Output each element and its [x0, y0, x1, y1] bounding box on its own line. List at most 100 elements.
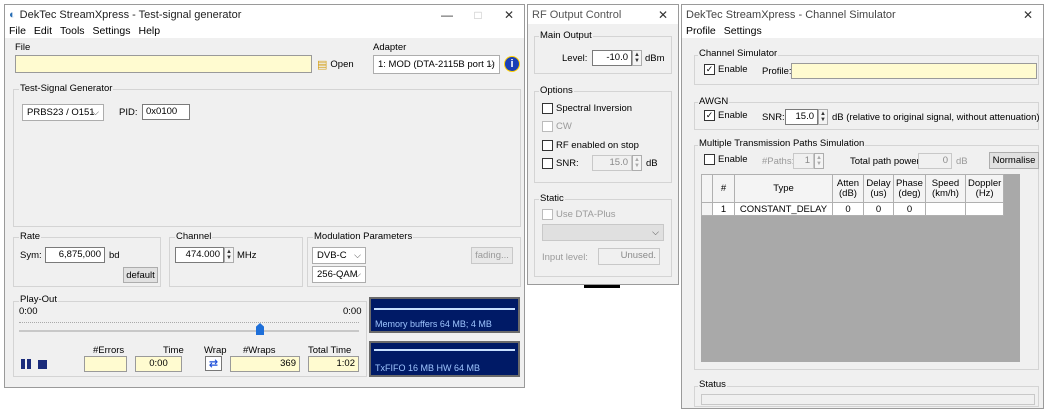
time-end-label: 0:00 [343, 306, 362, 317]
snr-label: SNR: [556, 158, 579, 169]
menu-bar: File Edit Tools Settings Help [5, 24, 524, 38]
level-input[interactable]: -10.0 [592, 50, 632, 66]
wraps-field: 369 [230, 356, 300, 372]
title-bar: DekTec StreamXpress - Channel Simulator … [682, 5, 1043, 24]
default-button[interactable]: default [123, 267, 158, 283]
close-button[interactable]: ✕ [648, 5, 678, 24]
maximize-button[interactable]: □ [463, 5, 493, 24]
channel-sim-enable-checkbox[interactable]: ✓ Enable [704, 64, 748, 75]
file-path-input[interactable] [15, 55, 312, 73]
total-power-field: 0 [918, 153, 952, 169]
options-label: Options [539, 85, 574, 96]
close-button[interactable]: ✕ [1013, 5, 1043, 24]
enable-label: Enable [718, 64, 748, 75]
window-title: DekTec StreamXpress - Test-signal genera… [19, 8, 242, 21]
constellation-select[interactable]: 256-QAM ⌵ [312, 266, 366, 283]
normalise-button[interactable]: Normalise [989, 152, 1039, 169]
table-row[interactable]: 1 CONSTANT_DELAY 0 0 0 [701, 202, 1005, 216]
enable-label: Enable [718, 110, 748, 121]
open-button[interactable]: ▤ Open [317, 56, 357, 72]
rf-enabled-label: RF enabled on stop [556, 140, 639, 151]
txfifo-trace [374, 349, 515, 351]
adapter-select[interactable]: 1: MOD (DTA-2115B port 1) ⌵ [373, 55, 500, 74]
menu-tools[interactable]: Tools [60, 25, 85, 37]
snr-spinner[interactable]: ▲ ▼ [632, 155, 642, 171]
paths-label: #Paths: [762, 156, 795, 167]
awgn-enable-checkbox[interactable]: ✓ Enable [704, 110, 748, 121]
menu-settings[interactable]: Settings [93, 25, 131, 37]
dbm-label: dBm [645, 53, 665, 64]
cell-index[interactable]: 1 [712, 202, 735, 216]
paths-spinner[interactable]: ▲ ▼ [814, 153, 824, 169]
adapter-value: 1: MOD (DTA-2115B port 1) [378, 59, 495, 70]
input-level-label: Input level: [542, 252, 588, 263]
modulation-standard-select[interactable]: DVB-C ⌵ [312, 247, 366, 264]
channel-freq-input[interactable]: 474.000 [175, 247, 224, 263]
memory-buffer-text: Memory buffers 64 MB; 4 MB [375, 319, 492, 329]
rf-enabled-on-stop-checkbox[interactable]: RF enabled on stop [542, 140, 639, 151]
total-time-label: Total Time [308, 345, 352, 356]
snr-checkbox[interactable]: SNR: [542, 158, 579, 169]
tsg-select[interactable]: PRBS23 / O151 ⌵ [22, 104, 104, 121]
col-atten-header: Atten (dB) [832, 174, 864, 203]
profile-input[interactable] [791, 63, 1037, 79]
tsg-value: PRBS23 / O151 [27, 107, 95, 118]
wrap-toggle-icon[interactable]: ⇄ [205, 356, 222, 371]
pid-label: PID: [119, 107, 138, 118]
chevron-down-icon: ⌵ [652, 227, 659, 237]
snr-input[interactable]: 15.0 [785, 109, 818, 125]
folder-icon: ▤ [317, 58, 328, 71]
use-dta-plus-checkbox[interactable]: Use DTA-Plus [542, 209, 615, 220]
menu-edit[interactable]: Edit [34, 25, 52, 37]
window-title: DekTec StreamXpress - Channel Simulator [686, 8, 896, 21]
rate-label: Rate [19, 231, 42, 242]
info-icon[interactable]: i [504, 56, 520, 72]
app-logo-icon: ◐ [9, 8, 16, 21]
cell-delay[interactable]: 0 [863, 202, 894, 216]
cell-phase[interactable]: 0 [893, 202, 926, 216]
mhz-label: MHz [237, 250, 257, 261]
cell-doppler[interactable] [964, 202, 1005, 216]
dta-plus-select[interactable]: ⌵ [542, 224, 664, 241]
time-start-label: 0:00 [19, 306, 38, 317]
txfifo-scope: TxFIFO 16 MB HW 64 MB [369, 341, 520, 377]
close-button[interactable]: ✕ [494, 5, 524, 24]
memory-buffer-scope: Memory buffers 64 MB; 4 MB [369, 297, 520, 333]
pause-icon[interactable] [21, 359, 32, 369]
window-title: RF Output Control [532, 8, 622, 21]
snr-spinner[interactable]: ▲ ▼ [818, 109, 828, 125]
menu-help[interactable]: Help [138, 25, 160, 37]
wraps-label: #Wraps [243, 345, 276, 356]
row-selector-cell[interactable] [701, 202, 713, 216]
level-spinner[interactable]: ▲ ▼ [632, 50, 642, 66]
snr-input[interactable]: 15.0 [592, 155, 632, 171]
channel-simulator-window: DekTec StreamXpress - Channel Simulator … [681, 4, 1044, 409]
channel-spinner[interactable]: ▲ ▼ [224, 247, 234, 263]
errors-field [84, 356, 127, 372]
playout-track [19, 322, 359, 324]
paths-input[interactable]: 1 [793, 153, 814, 169]
mtps-enable-checkbox[interactable]: Enable [704, 154, 748, 165]
pid-input[interactable]: 0x0100 [142, 104, 190, 120]
paths-table-area: # Type Atten (dB) Delay (us) Phase (deg)… [701, 174, 1020, 362]
cw-checkbox[interactable]: CW [542, 121, 572, 132]
spectral-inversion-checkbox[interactable]: Spectral Inversion [542, 103, 632, 114]
cell-type[interactable]: CONSTANT_DELAY [734, 202, 833, 216]
menu-file[interactable]: File [9, 25, 26, 37]
stop-icon[interactable] [38, 360, 47, 369]
cell-atten[interactable]: 0 [832, 202, 864, 216]
menu-profile[interactable]: Profile [686, 25, 716, 37]
fading-button[interactable]: fading... [471, 247, 513, 264]
slider-rail [19, 330, 359, 332]
adapter-label: Adapter [373, 42, 407, 53]
menu-settings[interactable]: Settings [724, 25, 762, 37]
channel-sim-label: Channel Simulator [698, 48, 779, 59]
col-type-header: Type [734, 174, 833, 203]
minimize-button[interactable]: — [432, 5, 462, 24]
paths-table: # Type Atten (dB) Delay (us) Phase (deg)… [701, 174, 1005, 216]
symbol-rate-input[interactable]: 6,875,000 [45, 247, 105, 263]
channel-label: Channel [175, 231, 213, 242]
position-slider[interactable] [19, 323, 359, 335]
cell-speed[interactable] [925, 202, 966, 216]
title-bar: ◐ DekTec StreamXpress - Test-signal gene… [5, 5, 524, 24]
